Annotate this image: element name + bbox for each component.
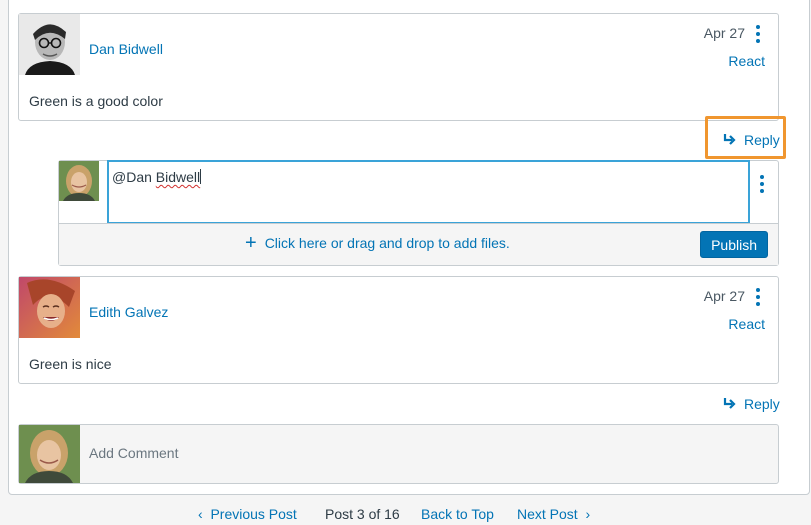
reply-composer: @Dan Bidwell + Click here or drag and dr…	[58, 160, 779, 266]
mention-name: Bidwell	[155, 169, 201, 185]
woman-laughing-avatar-icon	[19, 277, 80, 338]
current-user-avatar-icon	[59, 161, 99, 201]
reply-arrow-icon	[723, 398, 736, 410]
react-link[interactable]: React	[728, 53, 765, 69]
next-post-label: Next Post	[517, 506, 578, 522]
back-to-top-link[interactable]: Back to Top	[421, 506, 494, 522]
current-user-avatar-icon	[19, 425, 80, 483]
reply-label: Reply	[744, 396, 780, 412]
entry-message: Green is nice	[29, 356, 112, 372]
previous-post-label: Previous Post	[210, 506, 297, 522]
highlight-frame	[705, 116, 786, 159]
avatar	[59, 161, 99, 201]
avatar	[19, 425, 80, 483]
post-pager: ‹ Previous Post Post 3 of 16 Back to Top…	[0, 506, 811, 525]
post-date: Apr 27	[703, 288, 745, 304]
previous-post-link[interactable]: ‹ Previous Post	[198, 506, 297, 522]
next-post-link[interactable]: Next Post ›	[517, 506, 590, 522]
reply-editor[interactable]: @Dan Bidwell	[107, 160, 750, 224]
more-options-icon[interactable]	[753, 25, 763, 43]
avatar[interactable]	[19, 14, 80, 75]
discussion-entry: Dan Bidwell Apr 27 React Green is a good…	[18, 13, 779, 121]
post-date: Apr 27	[703, 25, 745, 41]
plus-icon: +	[245, 232, 257, 254]
add-comment-placeholder: Add Comment	[89, 445, 179, 461]
publish-button[interactable]: Publish	[700, 231, 768, 258]
text-cursor	[200, 169, 202, 184]
add-files-link[interactable]: + Click here or drag and drop to add fil…	[245, 232, 510, 254]
man-with-glasses-avatar-icon	[19, 14, 80, 75]
react-link[interactable]: React	[728, 316, 765, 332]
add-files-label: Click here or drag and drop to add files…	[264, 235, 510, 251]
chevron-right-icon: ›	[585, 506, 591, 522]
avatar[interactable]	[19, 277, 80, 338]
discussion-entry: Edith Galvez Apr 27 React Green is nice	[18, 276, 779, 384]
add-comment-field[interactable]: Add Comment	[18, 424, 779, 484]
more-options-icon[interactable]	[757, 175, 767, 193]
more-options-icon[interactable]	[753, 288, 763, 306]
chevron-left-icon: ‹	[198, 506, 203, 522]
mention-prefix: @Dan	[112, 169, 156, 185]
attachment-bar: + Click here or drag and drop to add fil…	[59, 223, 778, 265]
author-name[interactable]: Dan Bidwell	[89, 41, 163, 57]
author-name[interactable]: Edith Galvez	[89, 304, 168, 320]
entry-message: Green is a good color	[29, 93, 163, 109]
post-position: Post 3 of 16	[325, 506, 400, 522]
reply-button[interactable]: Reply	[723, 396, 780, 412]
